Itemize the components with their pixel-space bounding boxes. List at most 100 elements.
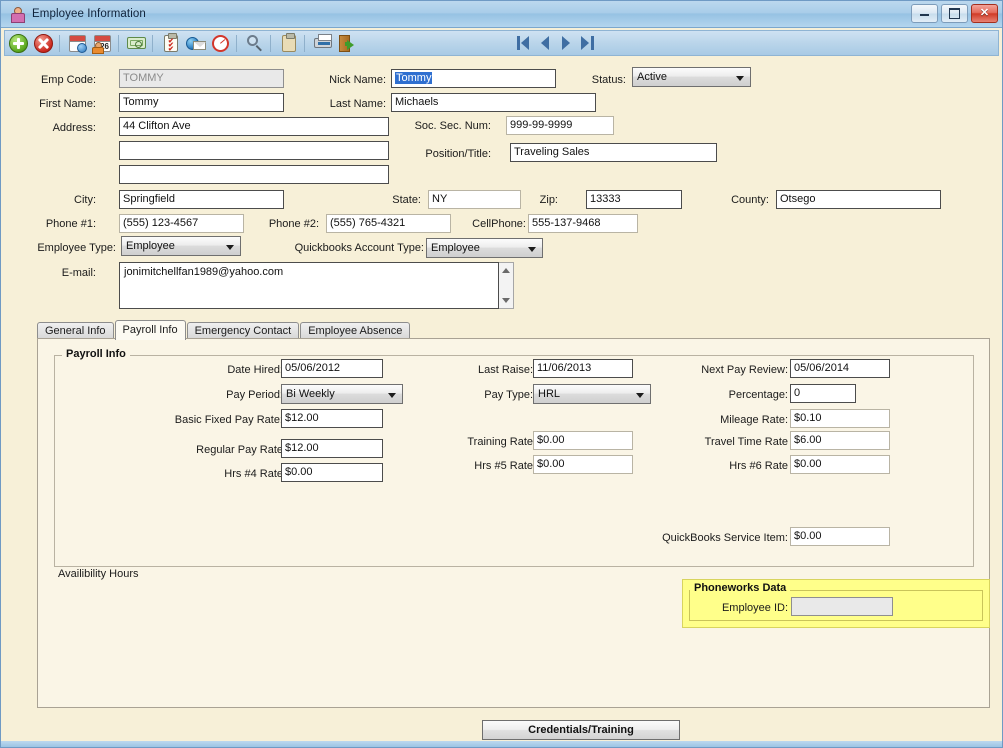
pay-period-dropdown[interactable]: Bi Weekly [281,384,403,404]
checklist-icon[interactable]: ✔ ✔ ✔ [160,32,182,54]
emp-code-label: Emp Code: [40,74,96,86]
employee-type-label: Employee Type: [37,242,116,254]
phoneworks-data-group-title: Phoneworks Data [690,582,791,594]
toolbar-separator [152,34,153,52]
tab-strip: General Info Payroll Info Emergency Cont… [37,320,411,340]
nav-next-button[interactable] [559,34,576,52]
status-label: Status: [591,74,626,86]
regular-pay-rate-field[interactable]: $12.00 [281,439,383,458]
window-title: Employee Information [32,8,146,20]
tab-emergency-contact[interactable]: Emergency Contact [186,322,300,339]
employee-type-value: Employee [126,240,175,252]
close-button[interactable]: ✕ [971,4,998,23]
ssn-label: Soc. Sec. Num: [414,120,491,132]
phone2-label: Phone #2: [268,218,319,230]
record-navigation [517,34,597,52]
cellphone-label: CellPhone: [472,218,526,230]
hrs4-rate-label: Hrs #4 Rate [224,468,283,480]
add-icon[interactable] [8,32,30,54]
toolbar-separator [59,34,60,52]
tab-general-info[interactable]: General Info [37,322,114,339]
tab-employee-absence[interactable]: Employee Absence [300,322,411,339]
calendar-search-icon[interactable] [67,32,89,54]
basic-fixed-pay-rate-field[interactable]: $12.00 [281,409,383,428]
email-field[interactable]: jonimitchellfan1989@yahoo.com [119,262,499,309]
nick-name-field[interactable]: Tommy [391,69,556,88]
nav-prev-button[interactable] [538,34,555,52]
quickbooks-account-type-dropdown[interactable]: Employee [426,238,543,258]
chevron-down-icon [528,247,536,252]
last-name-field[interactable]: Michaels [391,93,596,112]
credentials-training-button[interactable]: Credentials/Training [482,720,680,740]
hrs6-rate-field[interactable]: $0.00 [790,455,890,474]
address-label: Address: [52,122,96,134]
percentage-field[interactable]: 0 [790,384,856,403]
scroll-down-icon[interactable] [502,298,510,303]
travel-time-rate-field[interactable]: $6.00 [790,431,890,450]
status-value: Active [637,71,667,83]
last-raise-label: Last Raise: [477,364,533,376]
quickbooks-service-item-field[interactable]: $0.00 [790,527,890,546]
pay-type-dropdown[interactable]: HRL [533,384,651,404]
nick-name-label: Nick Name: [329,74,386,86]
clock-icon[interactable] [210,32,232,54]
availability-hours-label: Availibility Hours [58,568,139,580]
chevron-down-icon [388,393,396,398]
status-dropdown[interactable]: Active [632,67,751,87]
date-hired-field[interactable]: 05/06/2012 [281,359,383,378]
pay-type-label: Pay Type: [484,389,533,401]
quickbooks-account-type-value: Employee [431,242,480,254]
quickbooks-service-item-label: QuickBooks Service Item: [662,532,788,544]
city-field[interactable]: Springfield [119,190,284,209]
minimize-button[interactable] [911,4,938,23]
ssn-field[interactable]: 999-99-9999 [506,116,614,135]
mileage-rate-field[interactable]: $0.10 [790,409,890,428]
hrs5-rate-field[interactable]: $0.00 [533,455,633,474]
last-raise-field[interactable]: 11/06/2013 [533,359,633,378]
training-rate-label: Training Rate [467,436,533,448]
zip-label: Zip: [539,194,558,206]
nav-last-button[interactable] [580,34,597,52]
hrs5-rate-label: Hrs #5 Rate [474,460,533,472]
basic-fixed-pay-rate-label: Basic Fixed Pay Rate: [174,414,283,426]
tab-payroll-info[interactable]: Payroll Info [114,320,186,340]
employee-type-dropdown[interactable]: Employee [121,236,241,256]
training-rate-field[interactable]: $0.00 [533,431,633,450]
county-label: County: [731,194,769,206]
email-globe-icon[interactable] [185,32,207,54]
pay-period-label: Pay Period: [226,389,283,401]
phoneworks-employee-id-field[interactable] [791,597,893,616]
employee-information-window: Employee Information ✕ 26 ✔ ✔ ✔ Emp Code… [0,0,1003,748]
phone1-label: Phone #1: [45,218,96,230]
next-pay-review-field[interactable]: 05/06/2014 [790,359,890,378]
next-pay-review-label: Next Pay Review: [701,364,788,376]
email-label: E-mail: [61,267,96,279]
search-icon[interactable] [244,32,266,54]
exit-icon[interactable] [337,32,359,54]
toolbar-separator [118,34,119,52]
state-field[interactable]: NY [428,190,521,209]
county-field[interactable]: Otsego [776,190,941,209]
regular-pay-rate-label: Regular Pay Rate [196,444,283,456]
mileage-rate-label: Mileage Rate: [720,414,788,426]
nav-first-button[interactable] [517,34,534,52]
hrs6-rate-label: Hrs #6 Rate [729,460,788,472]
phone1-field[interactable]: (555) 123-4567 [119,214,244,233]
cellphone-field[interactable]: 555-137-9468 [528,214,638,233]
city-label: City: [74,194,96,206]
scroll-up-icon[interactable] [502,268,510,273]
maximize-button[interactable] [941,4,968,23]
phoneworks-employee-id-label: Employee ID: [721,602,788,614]
address-line3-field[interactable] [119,165,389,184]
position-title-field[interactable]: Traveling Sales [510,143,717,162]
print-icon[interactable] [312,32,334,54]
zip-field[interactable]: 13333 [586,190,682,209]
email-scrollbar[interactable] [499,262,514,309]
phone2-field[interactable]: (555) 765-4321 [326,214,451,233]
money-icon[interactable] [126,32,148,54]
calendar-person-icon[interactable]: 26 [92,32,114,54]
clipboard-icon[interactable] [278,32,300,54]
delete-icon[interactable] [33,32,55,54]
hrs4-rate-field[interactable]: $0.00 [281,463,383,482]
date-hired-label: Date Hired: [227,364,283,376]
